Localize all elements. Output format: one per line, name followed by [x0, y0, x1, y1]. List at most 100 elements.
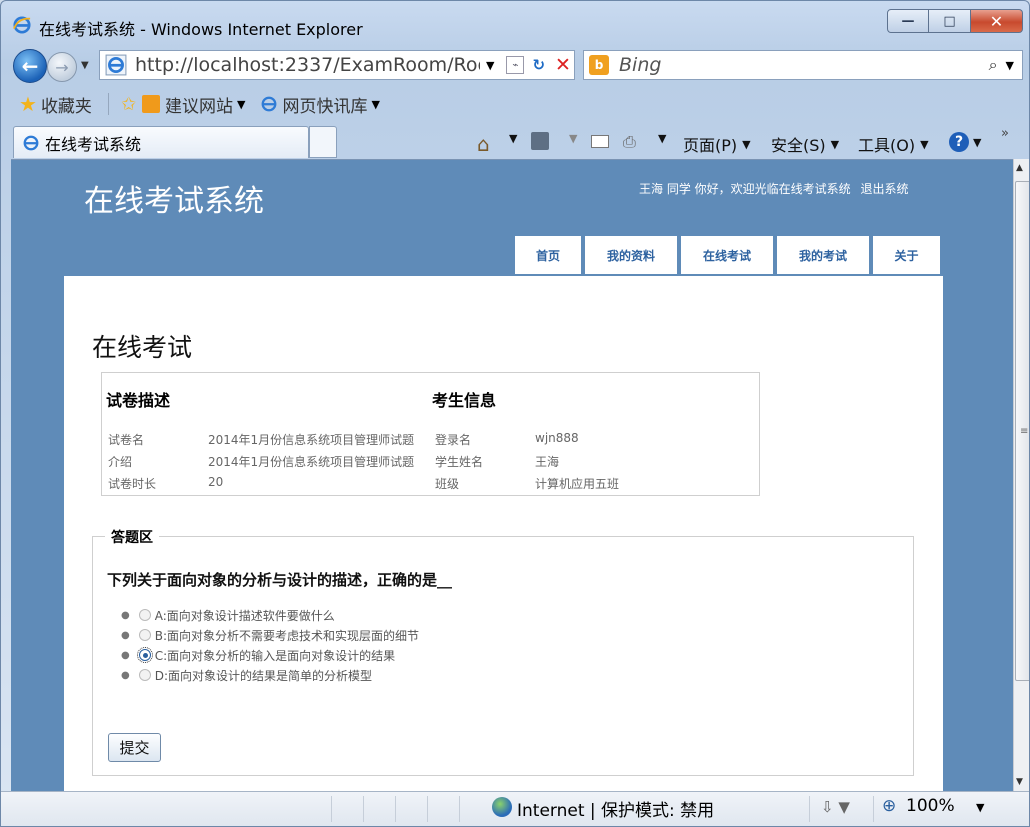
- tab-command-bar: 在线考试系统 ⌂ ▼ ▼ ⎙ ▼ 页面(P) ▼ 安全(S) ▼ 工具(O) ▼ ? ▼…: [1, 124, 1029, 158]
- nav-my-profile[interactable]: 我的资料: [585, 236, 677, 274]
- option-b-radio[interactable]: [138, 629, 151, 641]
- student-name-label: 学生姓名: [435, 455, 484, 469]
- option-a[interactable]: ● A:面向对象设计描述软件要做什么: [121, 605, 419, 625]
- compatibility-view-icon[interactable]: ⌁: [506, 56, 525, 74]
- status-bar: Internet | 保护模式: 禁用 ⇩ ▼ ⊕ 100% ▼: [1, 791, 1029, 826]
- arrow-right-icon: →: [55, 57, 69, 77]
- student-name-value: 王海: [535, 455, 560, 469]
- ie-page-icon: [105, 54, 127, 76]
- favorites-star-icon[interactable]: ★: [19, 92, 37, 116]
- back-button[interactable]: ←: [13, 49, 47, 83]
- url-dropdown-icon[interactable]: ▼: [486, 59, 494, 72]
- greeting-text: 王海 同学 你好，欢迎光临在线考试系统: [639, 182, 851, 196]
- url-input[interactable]: http://localhost:2337/ExamRoom/Roo: [135, 54, 480, 76]
- bullet-icon: ●: [121, 649, 130, 661]
- tools-menu[interactable]: 工具(O) ▼: [858, 132, 929, 156]
- stop-icon[interactable]: ✕: [555, 54, 571, 76]
- print-dropdown-icon[interactable]: ▼: [658, 132, 666, 145]
- security-zone[interactable]: Internet | 保护模式: 禁用: [517, 796, 714, 821]
- option-d-radio[interactable]: [138, 669, 151, 681]
- nav-online-exam[interactable]: 在线考试: [681, 236, 773, 274]
- chevron-down-icon: ▼: [973, 135, 982, 149]
- nav-my-exams[interactable]: 我的考试: [777, 236, 869, 274]
- nav-home[interactable]: 首页: [515, 236, 581, 274]
- maximize-button[interactable]: □: [929, 9, 971, 33]
- site-title: 在线考试系统: [84, 184, 264, 219]
- answer-area-legend: 答题区: [105, 527, 159, 547]
- read-mail-button[interactable]: [591, 135, 609, 148]
- mail-icon: [591, 135, 609, 148]
- feeds-button[interactable]: [531, 132, 549, 150]
- option-d[interactable]: ● D:面向对象设计的结果是简单的分析模型: [121, 665, 419, 685]
- vertical-scrollbar[interactable]: ▲ ≡ ▼: [1013, 159, 1029, 791]
- download-status-icon[interactable]: ⇩ ▼: [821, 798, 850, 816]
- nav-about[interactable]: 关于: [873, 236, 940, 274]
- search-bar[interactable]: b Bing ⌕ ▼: [583, 50, 1023, 80]
- scroll-down-icon[interactable]: ▼: [1016, 777, 1023, 787]
- option-a-radio[interactable]: [138, 609, 151, 621]
- option-c-label[interactable]: C:面向对象分析的输入是面向对象设计的结果: [155, 647, 395, 664]
- close-button[interactable]: ✕: [971, 9, 1023, 33]
- rss-icon: [531, 132, 549, 150]
- minimize-button[interactable]: —: [887, 9, 929, 33]
- status-divider: [873, 796, 874, 822]
- feeds-dropdown-icon[interactable]: ▼: [569, 132, 577, 145]
- search-icon[interactable]: ⌕: [989, 55, 998, 75]
- candidate-info-heading: 考生信息: [432, 391, 497, 410]
- more-commands-icon[interactable]: »: [1001, 126, 1009, 141]
- login-name-value: wjn888: [535, 431, 579, 445]
- web-slice-gallery-link[interactable]: 网页快讯库: [283, 92, 368, 117]
- home-button[interactable]: ⌂: [477, 132, 490, 156]
- home-icon: ⌂: [477, 132, 490, 156]
- zoom-dropdown-icon[interactable]: ▼: [976, 801, 984, 814]
- chevron-down-icon: ▼: [920, 137, 929, 151]
- zoom-icon[interactable]: ⊕: [882, 796, 896, 816]
- safety-menu[interactable]: 安全(S) ▼: [771, 132, 839, 156]
- submit-button[interactable]: 提交: [108, 733, 161, 762]
- tab-exam-system[interactable]: 在线考试系统: [13, 126, 309, 158]
- paper-intro-label: 介绍: [108, 455, 133, 469]
- forward-button[interactable]: →: [47, 52, 77, 82]
- paper-duration-value: 20: [208, 475, 224, 489]
- ie-logo-icon: [13, 16, 31, 34]
- search-input[interactable]: Bing: [619, 54, 989, 76]
- exam-info-table: 试卷描述 考生信息 试卷名 2014年1月份信息系统项目管理师试题 介绍 201…: [101, 372, 760, 496]
- main-nav: 首页 我的资料 在线考试 我的考试 关于: [515, 236, 940, 274]
- history-dropdown-icon[interactable]: ▼: [81, 60, 89, 71]
- refresh-icon[interactable]: ↻: [532, 56, 545, 74]
- status-divider: [809, 796, 810, 822]
- globe-icon: [492, 797, 512, 817]
- search-dropdown-icon[interactable]: ▼: [1006, 59, 1014, 72]
- address-bar[interactable]: http://localhost:2337/ExamRoom/Roo ▼ ⌁ ↻…: [99, 50, 575, 80]
- home-dropdown-icon[interactable]: ▼: [509, 132, 517, 145]
- scrollbar-thumb[interactable]: ≡: [1015, 181, 1029, 681]
- ie-tab-icon: [23, 135, 39, 150]
- option-d-label[interactable]: D:面向对象设计的结果是简单的分析模型: [155, 667, 372, 684]
- option-c-radio[interactable]: [136, 647, 153, 663]
- suggested-sites-dropdown-icon[interactable]: ▼: [237, 98, 245, 111]
- page-menu[interactable]: 页面(P) ▼: [683, 132, 751, 156]
- logout-link[interactable]: 退出系统: [860, 182, 908, 196]
- paper-duration-label: 试卷时长: [108, 477, 157, 491]
- web-slice-dropdown-icon[interactable]: ▼: [372, 98, 380, 111]
- print-button[interactable]: ⎙: [623, 132, 636, 152]
- add-favorite-icon[interactable]: ✩: [121, 94, 136, 115]
- status-divider: [395, 796, 396, 822]
- option-c[interactable]: ● C:面向对象分析的输入是面向对象设计的结果: [121, 645, 419, 665]
- favorites-divider: [107, 93, 109, 115]
- option-a-label[interactable]: A:面向对象设计描述软件要做什么: [155, 607, 335, 624]
- main-content: 在线考试 试卷描述 考生信息 试卷名 2014年1月份信息系统项目管理师试题 介…: [64, 276, 943, 791]
- new-tab-button[interactable]: [309, 126, 337, 158]
- suggested-sites-link[interactable]: 建议网站: [165, 92, 233, 117]
- zoom-level[interactable]: 100%: [906, 796, 955, 816]
- favorites-button[interactable]: 收藏夹: [41, 92, 92, 117]
- question-text: 下列关于面向对象的分析与设计的描述，正确的是__: [107, 571, 453, 589]
- help-button[interactable]: ? ▼: [949, 132, 981, 152]
- option-b[interactable]: ● B:面向对象分析不需要考虑技术和实现层面的细节: [121, 625, 419, 645]
- user-links: 王海 同学 你好，欢迎光临在线考试系统 退出系统: [639, 180, 914, 197]
- bullet-icon: ●: [121, 609, 130, 621]
- option-b-label[interactable]: B:面向对象分析不需要考虑技术和实现层面的细节: [155, 627, 419, 644]
- help-icon: ?: [949, 132, 969, 152]
- ie-page-icon: [261, 96, 276, 112]
- scroll-up-icon[interactable]: ▲: [1016, 163, 1023, 173]
